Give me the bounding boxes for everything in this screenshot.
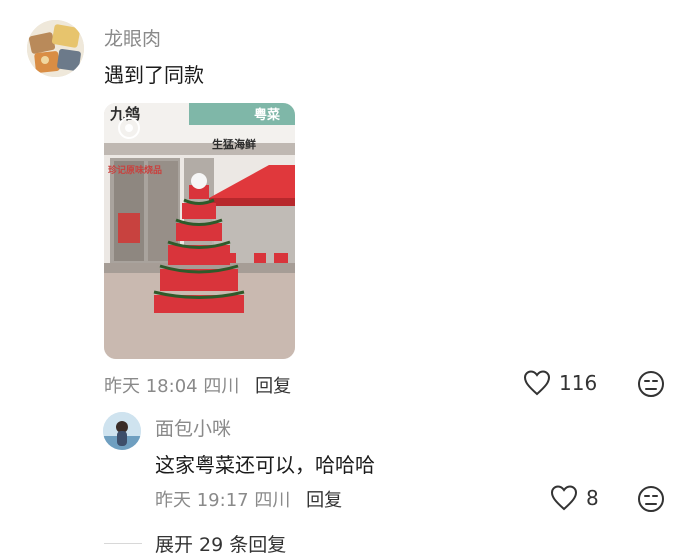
like-button[interactable]: 116: [523, 370, 597, 396]
comment-username[interactable]: 龙眼肉: [104, 24, 161, 51]
heart-icon: [550, 485, 578, 511]
avatar-image: [27, 20, 84, 77]
photo-sign-mid: 生猛海鲜: [212, 137, 256, 151]
comment-text: 遇到了同款: [104, 63, 204, 87]
reply-text: 这家粤菜还可以，哈哈哈: [155, 453, 375, 477]
reply-time: 昨天 19:17: [155, 490, 249, 511]
reply-location: 四川: [254, 490, 291, 511]
photo-sign-right: 粤菜: [254, 107, 280, 123]
reply-meta: 昨天 19:17 四川 回复: [155, 486, 342, 512]
expand-divider: [104, 543, 142, 544]
reply-like-button[interactable]: 8: [550, 485, 599, 511]
like-count: 116: [559, 371, 598, 395]
reply-like-count: 8: [586, 486, 599, 510]
reply-username[interactable]: 面包小咪: [155, 414, 231, 441]
storefront-photo: 九鸽 生猛海鲜 粤菜 珍记原味烧品: [104, 103, 295, 359]
dislike-face-icon[interactable]: [637, 370, 665, 398]
photo-banner: 珍记原味烧品: [108, 164, 162, 176]
reply-reply-button[interactable]: 回复: [306, 490, 342, 511]
reply-avatar[interactable]: [103, 412, 141, 450]
comment-location: 四川: [203, 376, 240, 397]
comment-photo[interactable]: 九鸽 生猛海鲜 粤菜 珍记原味烧品: [104, 103, 295, 359]
avatar[interactable]: [27, 20, 84, 77]
expand-replies-button[interactable]: 展开 29 条回复: [155, 530, 286, 557]
comment-time: 昨天 18:04: [104, 376, 198, 397]
reply-button[interactable]: 回复: [255, 376, 291, 397]
dislike-face-icon[interactable]: [637, 485, 665, 513]
comment-meta: 昨天 18:04 四川 回复: [104, 372, 291, 398]
heart-icon: [523, 370, 551, 396]
avatar-image: [103, 412, 141, 450]
